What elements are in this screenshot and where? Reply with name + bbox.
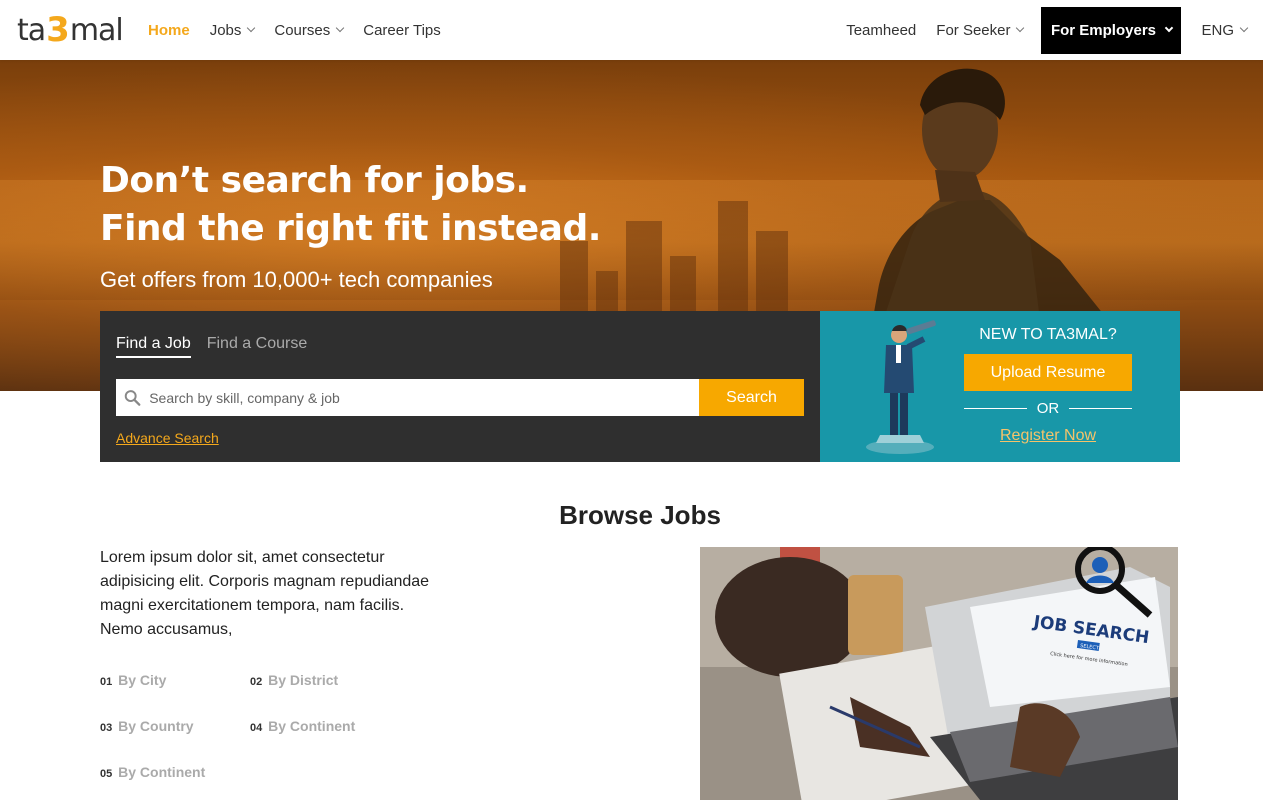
nav-courses[interactable]: Courses [274,22,345,39]
search-field [116,379,699,416]
search-panel: Find a Job Find a Course Search Advance … [100,311,820,462]
search-row: Search [116,379,804,416]
tab-find-job[interactable]: Find a Job [116,335,191,358]
nav-career-tips[interactable]: Career Tips [363,22,441,39]
nav-for-employers-button[interactable]: For Employers [1041,6,1182,54]
nav-for-seeker[interactable]: For Seeker [936,22,1025,39]
nav-jobs[interactable]: Jobs [210,22,256,39]
or-divider: OR [964,400,1132,417]
telescope-man-illustration [866,320,936,454]
tab-find-course[interactable]: Find a Course [207,335,308,358]
browse-jobs-heading: Browse Jobs [559,500,721,530]
chevron-down-icon [1164,23,1174,33]
or-label: OR [1036,400,1060,417]
logo-mark: 3 [46,10,70,50]
chevron-down-icon [1239,23,1249,33]
logo[interactable]: ta 3 mal [17,10,124,50]
category-by-district[interactable]: 02 By District [250,672,338,688]
browse-description: Lorem ipsum dolor sit, amet consectetur … [100,549,430,638]
search-button[interactable]: Search [699,379,804,416]
secondary-menu: Teamheed For Seeker For Employers ENG [846,0,1263,60]
chevron-down-icon [247,23,256,33]
search-icon [124,389,141,406]
register-now-link[interactable]: Register Now [964,427,1132,445]
search-input[interactable] [149,389,699,406]
signup-title: NEW TO TA3MAL? [979,326,1117,343]
category-by-continent[interactable]: 04 By Continent [250,718,355,734]
category-by-country[interactable]: 03 By Country [100,718,194,734]
chevron-down-icon [1016,23,1025,33]
hero-headline: Don’t search for jobs. Find the right fit… [100,160,601,249]
logo-text: ta [17,12,46,48]
top-nav: ta 3 mal Home Jobs Courses Career Tips Tea… [0,0,1263,60]
chevron-down-icon [335,23,345,33]
search-tabs: Find a Job Find a Course [116,335,307,358]
nav-teamheed[interactable]: Teamheed [846,22,916,39]
advance-search-link[interactable]: Advance Search [116,430,219,446]
nav-home[interactable]: Home [148,22,190,39]
job-search-illustration: JOB SEARCH SELECT Click here for more in… [700,547,1178,800]
logo-text: mal [69,12,124,48]
signup-panel: NEW TO TA3MAL? Upload Resume OR Register… [820,311,1180,462]
upload-resume-button[interactable]: Upload Resume [964,354,1132,391]
language-selector[interactable]: ENG [1201,22,1249,39]
divider-line [1069,408,1132,409]
hero-subtitle: Get offers from 10,000+ tech companies [100,267,493,292]
category-by-city[interactable]: 01 By City [100,672,166,688]
job-search-photo: JOB SEARCH SELECT Click here for more in… [700,547,1178,800]
main-menu: Home Jobs Courses Career Tips [148,0,441,60]
category-by-continent[interactable]: 05 By Continent [100,764,205,780]
divider-line [964,408,1027,409]
